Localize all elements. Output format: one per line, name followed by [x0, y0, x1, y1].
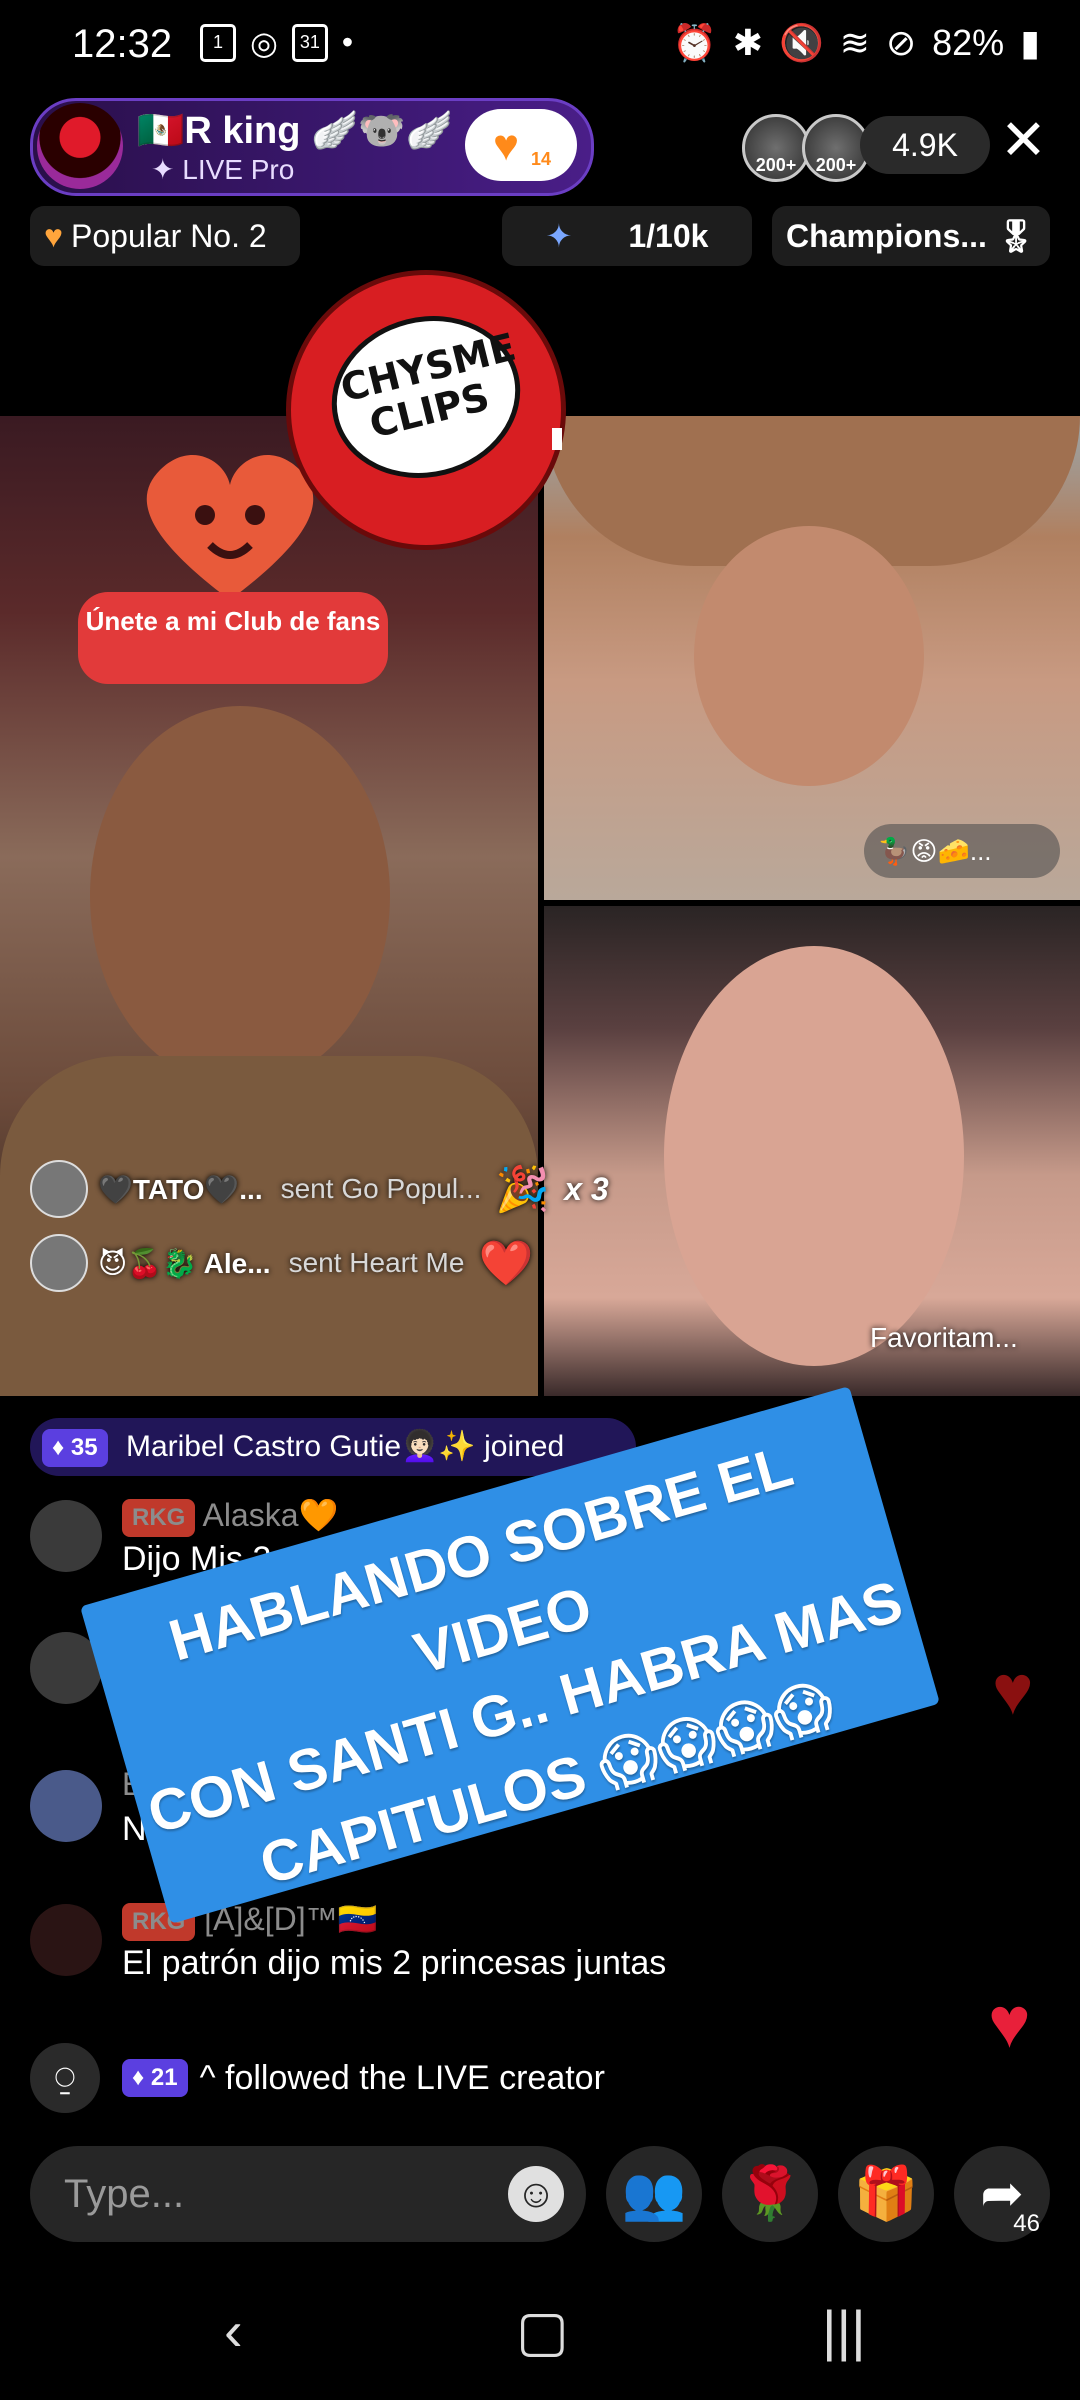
- logo-text: CHYSME CLIPS: [336, 324, 520, 447]
- wifi-icon: ≋: [839, 22, 870, 63]
- host-name: 🇲🇽R king 🪽🐨🪽: [137, 110, 453, 152]
- calendar-31-icon: 31: [291, 24, 328, 62]
- emoji-icon[interactable]: ☺: [508, 2166, 564, 2222]
- floating-heart-icon: ♥: [992, 1651, 1034, 1729]
- recent-apps-icon[interactable]: |||: [822, 2298, 866, 2363]
- guest-name-label: Favoritam...: [870, 1322, 1018, 1353]
- host-avatar[interactable]: [37, 103, 123, 189]
- gift-icon: ❤️: [478, 1239, 534, 1288]
- back-icon[interactable]: ‹: [224, 2298, 243, 2363]
- champions-label: Champions...: [786, 218, 987, 254]
- follow-notice: ⍜ ♦ 21 ^ followed the LIVE creator: [30, 2042, 605, 2114]
- heart-icon: ♥: [493, 121, 520, 170]
- follow-text: ^ followed the LIVE creator: [199, 2058, 605, 2097]
- user-follow-icon: ⍜: [30, 2043, 100, 2113]
- popular-rank-label: Popular No. 2: [71, 218, 267, 254]
- guest-face: [664, 946, 964, 1366]
- avatar[interactable]: [30, 1904, 102, 1976]
- gift-goal-tag[interactable]: ✦ 1/10k: [502, 206, 752, 266]
- floating-heart-icon: ♥: [988, 1983, 1031, 2063]
- champions-tag[interactable]: Champions... 🎖: [772, 206, 1050, 266]
- home-icon[interactable]: ▢: [516, 2298, 569, 2364]
- status-time: 12:32: [72, 22, 173, 66]
- chat-text: El patrón dijo mis 2 princesas juntas: [122, 1944, 667, 1982]
- host-face: [90, 706, 390, 1086]
- system-navigation-bar: ‹ ▢ |||: [0, 2278, 1080, 2400]
- dot-icon: •: [341, 24, 354, 60]
- chysme-clips-logo: CHYSME CLIPS: [286, 270, 566, 550]
- avatar: [30, 1160, 88, 1218]
- gift-goal-label: 1/10k: [628, 218, 709, 254]
- guest-face: [694, 526, 924, 786]
- gift-icon: 🎉: [495, 1165, 551, 1214]
- status-bar: 12:32 1 ◎ 31 • ⏰ ✱ 🔇 ≋ ⊘ 82% ▮: [0, 0, 1080, 95]
- comment-input[interactable]: Type... ☺: [30, 2146, 586, 2242]
- comment-placeholder: Type...: [64, 2172, 185, 2216]
- join-text: Maribel Castro Gutie👩🏻‍🦱✨ joined: [125, 1430, 565, 1463]
- gift-notification: 🖤TATO🖤... sent Go Popul... 🎉 x 3: [30, 1160, 609, 1218]
- top-viewer-avatar[interactable]: 200+: [742, 114, 810, 182]
- viewer-count[interactable]: 4.9K: [860, 116, 990, 174]
- multi-guest-button[interactable]: 👥: [606, 2146, 702, 2242]
- trophy-icon: 🎖: [995, 218, 1037, 254]
- rkg-badge: RKG: [122, 1498, 196, 1537]
- viewer-badge: 200+: [755, 155, 797, 175]
- no-disturb-icon: ⊘: [885, 22, 917, 63]
- share-button[interactable]: ➦ 46: [954, 2146, 1050, 2242]
- level-badge: ♦ 21: [122, 2059, 188, 2097]
- chat-username: RKG Alaska🧡: [122, 1496, 338, 1537]
- battery-percent: 82%: [932, 22, 1005, 63]
- host-profile-pill[interactable]: 🇲🇽R king 🪽🐨🪽 ✦ LIVE Pro ♥ 14: [30, 98, 594, 196]
- avatar[interactable]: [30, 1770, 102, 1842]
- calendar-icon: 1: [200, 24, 236, 62]
- rose-gift-button[interactable]: 🌹: [722, 2146, 818, 2242]
- gift-multiplier: x 3: [564, 1170, 609, 1207]
- gift-notification: 😈🍒🐉 Ale... sent Heart Me ❤️: [30, 1234, 533, 1292]
- avatar: [30, 1234, 88, 1292]
- host-live-pro-label: ✦ LIVE Pro: [151, 154, 295, 185]
- level-badge: ♦ 35: [42, 1429, 108, 1468]
- status-right-icons: ⏰ ✱ 🔇 ≋ ⊘ 82% ▮: [672, 22, 1040, 64]
- gift-icon: 🎁: [853, 2165, 919, 2223]
- alarm-icon: ⏰: [671, 22, 717, 63]
- people-icon: 👥: [621, 2165, 687, 2223]
- fan-club-button[interactable]: ♥ 14: [465, 109, 577, 181]
- guest-reaction-pill[interactable]: 🦆😡🧀...: [864, 824, 1060, 878]
- status-left-icons: 1 ◎ 31 •: [200, 24, 353, 62]
- join-notice: ♦ 35 Maribel Castro Gutie👩🏻‍🦱✨ joined: [30, 1418, 636, 1476]
- join-fan-club-badge[interactable]: Únete a mi Club de fans: [78, 592, 388, 684]
- gift-button[interactable]: 🎁: [838, 2146, 934, 2242]
- logo-speech-bubble: CHYSME CLIPS: [314, 296, 538, 498]
- viewer-badge: 200+: [815, 155, 857, 175]
- divider: [552, 428, 562, 450]
- close-icon[interactable]: ✕: [1000, 110, 1047, 170]
- bluetooth-icon: ✱: [732, 22, 763, 63]
- share-count: 46: [1013, 2210, 1040, 2237]
- rose-icon: 🌹: [737, 2165, 803, 2223]
- avatar[interactable]: [30, 1500, 102, 1572]
- host-shirt: [0, 1056, 538, 1396]
- sparkle-icon: ✦: [545, 218, 573, 254]
- heart-icon: ♥: [44, 218, 63, 254]
- popular-rank-tag[interactable]: ♥ Popular No. 2: [30, 206, 300, 266]
- battery-icon: ▮: [1020, 22, 1040, 63]
- whatsapp-icon: ◎: [250, 25, 278, 61]
- fan-club-level: 14: [531, 149, 552, 169]
- mute-icon: 🔇: [778, 22, 824, 63]
